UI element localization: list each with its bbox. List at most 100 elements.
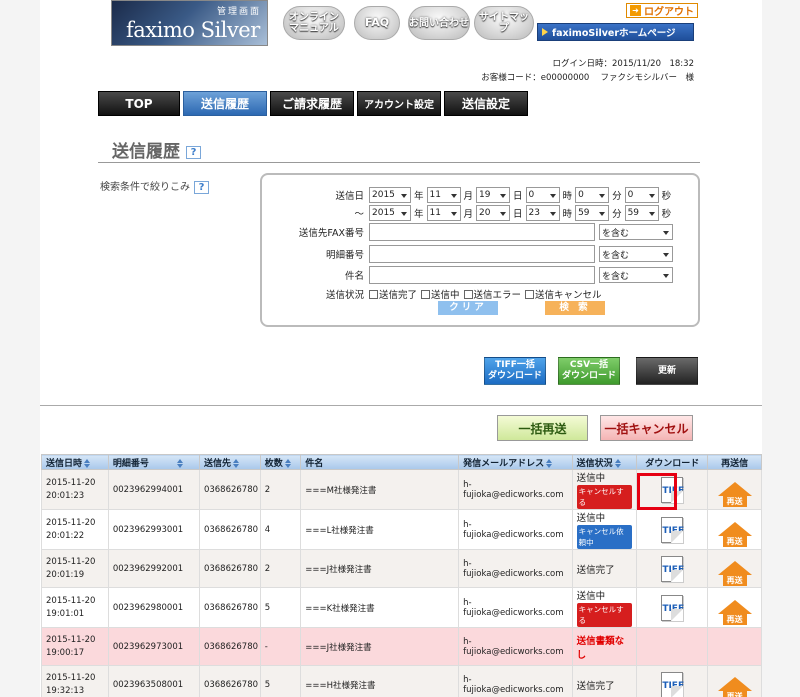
resend-label: 再送 bbox=[722, 575, 747, 586]
customer-info: お客様コード：e00000000 ファクシモシルバー 様 bbox=[481, 73, 694, 83]
from-second-select[interactable]: 0 bbox=[624, 187, 659, 203]
cell-subject: ===L社様発注書 bbox=[300, 509, 460, 550]
login-datetime: ログイン日時：2015/11/20 18:32 bbox=[552, 59, 695, 69]
tiff-download-icon[interactable]: TIFF bbox=[661, 671, 684, 697]
cell-datetime: 2015-11-20 20:01:22 bbox=[41, 509, 109, 550]
from-month-select[interactable]: 11 bbox=[426, 187, 461, 203]
nav-top[interactable]: TOP bbox=[98, 91, 180, 116]
cell-resend: 再送 bbox=[707, 665, 762, 697]
nav-account-settings[interactable]: アカウント設定 bbox=[357, 91, 441, 116]
subject-match-select[interactable]: を含む bbox=[599, 267, 673, 283]
subject-input[interactable] bbox=[369, 266, 595, 284]
col-send-datetime[interactable]: 送信日時 bbox=[41, 454, 109, 470]
cell-pages: 5 bbox=[259, 665, 302, 697]
to-day-select[interactable]: 20 bbox=[476, 205, 511, 221]
cell-pages: 5 bbox=[259, 587, 302, 628]
col-sender-email[interactable]: 発信メールアドレス bbox=[458, 454, 573, 470]
resend-label: 再送 bbox=[722, 496, 747, 507]
logout-button[interactable]: ➜ ログアウト bbox=[626, 3, 698, 18]
cell-pages: 4 bbox=[259, 509, 302, 550]
status-sending-checkbox[interactable]: 送信中 bbox=[421, 287, 460, 301]
resend-button[interactable]: 再送 bbox=[717, 482, 752, 507]
faximo-logo[interactable]: 管理画面 faximo Silver bbox=[111, 0, 268, 46]
from-day-select[interactable]: 19 bbox=[476, 187, 511, 203]
refresh-button[interactable]: 更新 bbox=[636, 357, 698, 385]
contact-button[interactable]: お問い合わせ bbox=[408, 6, 470, 40]
cell-subject: ===J社様発注書 bbox=[300, 627, 460, 666]
cell-resend: 再送 bbox=[707, 587, 762, 628]
resend-button[interactable]: 再送 bbox=[717, 561, 752, 586]
faq-button[interactable]: FAQ bbox=[354, 6, 400, 40]
resend-label: 再送 bbox=[722, 536, 747, 547]
col-subject: 件名 bbox=[300, 454, 460, 470]
subject-label: 件名 bbox=[344, 271, 364, 282]
cell-email: h-fujioka@edicworks.com bbox=[458, 509, 573, 550]
table-row: 2015-11-20 19:01:01 0023962980001 0368626… bbox=[41, 587, 762, 628]
fax-number-input[interactable] bbox=[369, 223, 595, 241]
tiff-download-icon[interactable]: TIFF bbox=[661, 516, 684, 543]
cancel-send-button[interactable]: キャンセルする bbox=[576, 485, 633, 509]
cell-subject: ===M社様発注書 bbox=[300, 469, 460, 510]
nav-send-settings[interactable]: 送信設定 bbox=[444, 91, 528, 116]
cell-download: TIFF bbox=[636, 665, 709, 697]
to-second-select[interactable]: 59 bbox=[624, 205, 659, 221]
resend-button[interactable]: 再送 bbox=[717, 600, 752, 625]
arrow-right-icon bbox=[542, 28, 548, 36]
status-error-checkbox[interactable]: 送信エラー bbox=[463, 287, 521, 301]
resend-button[interactable]: 再送 bbox=[717, 677, 752, 697]
cell-download: TIFF bbox=[636, 509, 709, 550]
to-year-select[interactable]: 2015 bbox=[369, 205, 411, 221]
cell-resend bbox=[707, 627, 762, 666]
col-destination[interactable]: 送信先 bbox=[198, 454, 261, 470]
sitemap-button[interactable]: サイトマップ bbox=[474, 6, 534, 40]
homepage-link[interactable]: faximoSilverホームページ bbox=[537, 23, 694, 41]
filter-label-wrap: 検索条件で絞りこみ? bbox=[100, 178, 209, 194]
fax-match-select[interactable]: を含む bbox=[599, 224, 673, 240]
cell-email: h-fujioka@edicworks.com bbox=[458, 587, 573, 628]
help-icon[interactable]: ? bbox=[194, 180, 209, 194]
resend-button[interactable]: 再送 bbox=[717, 522, 752, 547]
to-hour-select[interactable]: 23 bbox=[525, 205, 560, 221]
status-text: 送信中 bbox=[576, 513, 606, 524]
table-row: 2015-11-20 20:01:22 0023962993001 0368626… bbox=[41, 509, 762, 550]
detail-match-select[interactable]: を含む bbox=[599, 246, 673, 262]
tiff-download-icon[interactable]: TIFF bbox=[661, 476, 684, 503]
tiff-download-icon[interactable]: TIFF bbox=[661, 594, 684, 621]
detail-label: 明細番号 bbox=[325, 250, 364, 261]
col-pages[interactable]: 枚数 bbox=[259, 454, 302, 470]
detail-number-input[interactable] bbox=[369, 245, 595, 263]
detail-row: 明細番号 を含む bbox=[262, 245, 673, 263]
status-complete-checkbox[interactable]: 送信完了 bbox=[369, 287, 417, 301]
bulk-resend-button[interactable]: 一括再送 bbox=[497, 415, 588, 441]
cell-pages: 2 bbox=[259, 469, 302, 510]
page: 管理画面 faximo Silver オンライン マニュアル FAQ お問い合わ… bbox=[40, 0, 762, 697]
resend-label: 再送 bbox=[722, 614, 747, 625]
cancel-send-button[interactable]: キャンセルする bbox=[576, 603, 633, 627]
subject-row: 件名 を含む bbox=[262, 266, 673, 284]
to-month-select[interactable]: 11 bbox=[426, 205, 461, 221]
online-manual-button[interactable]: オンライン マニュアル bbox=[283, 6, 345, 40]
cell-detail-number: 0023963508001 bbox=[107, 665, 200, 697]
sort-icon bbox=[232, 458, 240, 468]
tiff-download-icon[interactable]: TIFF bbox=[661, 555, 684, 582]
search-panel: 送信日 2015 年 11 月 19 日 0時 0分 0秒 〜 2015 年 11 月 2… bbox=[260, 173, 700, 327]
search-button[interactable]: 検 索 bbox=[545, 301, 605, 315]
nav-billing-history[interactable]: ご請求履歴 bbox=[270, 91, 354, 116]
cell-download: TIFF bbox=[636, 587, 709, 628]
logo-title: faximo Silver bbox=[126, 18, 260, 42]
clear-button[interactable]: クリア bbox=[438, 301, 498, 315]
cell-status: 送信中 キャンセルする bbox=[571, 587, 638, 628]
csv-bulk-download-button[interactable]: CSV一括 ダウンロード bbox=[558, 357, 620, 385]
nav-send-history[interactable]: 送信履歴 bbox=[183, 91, 267, 116]
tiff-bulk-download-button[interactable]: TIFF一括 ダウンロード bbox=[484, 357, 546, 385]
col-detail-number[interactable]: 明細番号 bbox=[107, 454, 200, 470]
bulk-cancel-button[interactable]: 一括キャンセル bbox=[600, 415, 693, 441]
from-minute-select[interactable]: 0 bbox=[575, 187, 610, 203]
help-icon[interactable]: ? bbox=[186, 145, 201, 159]
col-status[interactable]: 送信状況 bbox=[571, 454, 638, 470]
from-year-select[interactable]: 2015 bbox=[369, 187, 411, 203]
status-cancel-checkbox[interactable]: 送信キャンセル bbox=[525, 287, 602, 301]
from-hour-select[interactable]: 0 bbox=[525, 187, 560, 203]
to-minute-select[interactable]: 59 bbox=[575, 205, 610, 221]
cell-resend: 再送 bbox=[707, 509, 762, 550]
